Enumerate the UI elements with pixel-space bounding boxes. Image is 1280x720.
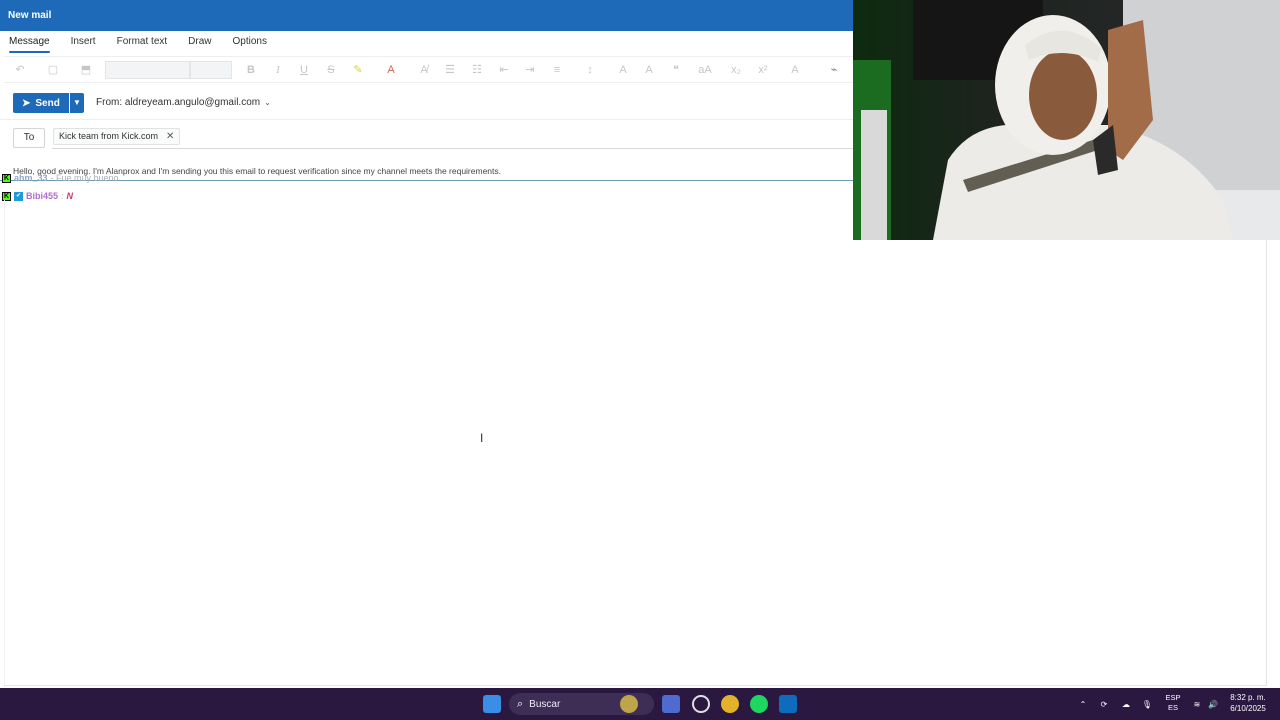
streamer-video-image bbox=[853, 0, 1280, 240]
tab-draw[interactable]: Draw bbox=[188, 31, 211, 54]
font-size-select[interactable] bbox=[190, 61, 232, 79]
styles-icon[interactable]: A bbox=[787, 62, 803, 78]
keyboard-code: ES bbox=[1167, 703, 1178, 712]
system-clock[interactable]: 8:32 p. m. 6/10/2025 bbox=[1226, 692, 1270, 714]
spotify-icon[interactable] bbox=[750, 695, 768, 713]
subscript-button[interactable]: x₂ bbox=[728, 62, 744, 78]
divider bbox=[52, 148, 853, 149]
chat-text: N bbox=[66, 191, 74, 201]
attach-icon[interactable]: ⌁ bbox=[826, 62, 842, 78]
divider bbox=[0, 180, 853, 181]
bold-button[interactable]: B bbox=[243, 62, 259, 78]
chevron-up-icon[interactable]: ⌃ bbox=[1076, 688, 1090, 720]
quote-icon[interactable]: ❝ bbox=[668, 62, 684, 78]
remove-recipient-icon[interactable]: ✕ bbox=[166, 129, 174, 144]
divider bbox=[1266, 240, 1267, 686]
chat-message: K ahm_33 - Fue muy bueno bbox=[2, 173, 119, 183]
language-code: ESP bbox=[1165, 693, 1181, 702]
taskbar: ⌕ Buscar ⌃ ⟳ ☁ 🎙 ESP ES ≋ 🔊 8:32 p. m. 6… bbox=[0, 688, 1280, 720]
text-style-icon[interactable]: A bbox=[615, 62, 631, 78]
chevron-down-icon: ⌄ bbox=[264, 98, 271, 107]
ribbon-tabs: Message Insert Format text Draw Options bbox=[0, 31, 853, 54]
underline-button[interactable]: U bbox=[296, 62, 312, 78]
send-icon: ➤ bbox=[22, 97, 31, 109]
font-family-select[interactable] bbox=[105, 61, 190, 79]
strikethrough-button[interactable]: S bbox=[323, 62, 339, 78]
send-options-chevron-icon[interactable]: ▼ bbox=[70, 93, 84, 113]
from-selector[interactable]: From: aldreyeam.angulo@gmail.com ⌄ bbox=[96, 97, 271, 108]
divider bbox=[4, 200, 5, 686]
microphone-icon[interactable]: 🎙 bbox=[1140, 688, 1154, 720]
align-icon[interactable]: ≡ bbox=[549, 62, 565, 78]
numbering-icon[interactable]: ☷ bbox=[469, 62, 485, 78]
paste-icon[interactable]: ▢ bbox=[45, 62, 61, 78]
start-windows-icon[interactable] bbox=[483, 695, 501, 713]
sync-icon[interactable]: ⟳ bbox=[1097, 688, 1111, 720]
search-label: Buscar bbox=[529, 698, 561, 710]
undo-icon[interactable]: ↶ bbox=[12, 62, 28, 78]
language-indicator[interactable]: ESP ES bbox=[1162, 693, 1184, 713]
text-cursor-icon: I bbox=[480, 431, 484, 445]
chat-username: ahm_33 bbox=[14, 173, 48, 183]
clock-date: 6/10/2025 bbox=[1230, 704, 1266, 713]
app-icon[interactable] bbox=[692, 695, 710, 713]
recipient-chip[interactable]: Kick team from Kick.com ✕ bbox=[53, 128, 181, 145]
chat-message: K ✔ Bibi455 : N bbox=[2, 191, 73, 201]
send-button[interactable]: ➤ Send bbox=[13, 93, 69, 113]
send-row: ➤ Send ▼ From: aldreyeam.angulo@gmail.co… bbox=[0, 88, 853, 120]
kick-badge-icon: K bbox=[2, 173, 11, 183]
font-size-change-icon[interactable]: aA bbox=[695, 62, 715, 78]
search-icon: ⌕ bbox=[517, 697, 524, 710]
tab-options[interactable]: Options bbox=[233, 31, 267, 54]
highlight-icon[interactable]: ✎ bbox=[350, 62, 366, 78]
from-label: From: aldreyeam.angulo@gmail.com bbox=[96, 97, 261, 108]
send-label: Send bbox=[35, 97, 60, 109]
cloud-icon[interactable]: ☁ bbox=[1119, 688, 1133, 720]
widget-icon bbox=[620, 695, 638, 713]
divider bbox=[0, 119, 853, 120]
to-row: To Kick team from Kick.com ✕ bbox=[0, 124, 853, 150]
webcam-feed bbox=[853, 0, 1280, 240]
tab-message[interactable]: Message bbox=[9, 31, 50, 54]
chat-separator: : bbox=[61, 191, 64, 201]
verified-badge-icon: ✔ bbox=[14, 191, 23, 201]
text-direction-icon[interactable]: A bbox=[641, 62, 657, 78]
tab-insert[interactable]: Insert bbox=[71, 31, 96, 54]
recipient-name: Kick team from Kick.com bbox=[59, 131, 159, 141]
divider bbox=[4, 685, 1267, 686]
increase-indent-icon[interactable]: ⇥ bbox=[522, 62, 538, 78]
format-painter-icon[interactable]: ⬒ bbox=[78, 62, 94, 78]
italic-button[interactable]: I bbox=[270, 62, 286, 78]
window-title: New mail bbox=[0, 0, 853, 31]
chat-username: Bibi455 bbox=[26, 191, 59, 201]
chat-text: - Fue muy bueno bbox=[50, 173, 119, 183]
tab-format-text[interactable]: Format text bbox=[117, 31, 168, 54]
clear-format-icon[interactable]: A̸ bbox=[416, 62, 432, 78]
chrome-icon[interactable] bbox=[721, 695, 739, 713]
wifi-icon[interactable]: ≋ bbox=[1190, 688, 1204, 720]
ribbon-toolbar: ↶ ▢ ⬒ B I U S ✎ A A̸ ☰ ☷ ⇤ ⇥ ≡ ↕ A A ❝ a… bbox=[4, 56, 853, 83]
decrease-indent-icon[interactable]: ⇤ bbox=[496, 62, 512, 78]
volume-icon[interactable]: 🔊 bbox=[1206, 688, 1220, 720]
bullets-icon[interactable]: ☰ bbox=[442, 62, 458, 78]
superscript-button[interactable]: x² bbox=[755, 62, 771, 78]
store-icon[interactable] bbox=[662, 695, 680, 713]
clock-time: 8:32 p. m. bbox=[1230, 693, 1266, 702]
outlook-icon[interactable] bbox=[779, 695, 797, 713]
line-spacing-icon[interactable]: ↕ bbox=[582, 62, 598, 78]
to-button[interactable]: To bbox=[13, 128, 45, 148]
font-color-icon[interactable]: A bbox=[383, 62, 399, 78]
